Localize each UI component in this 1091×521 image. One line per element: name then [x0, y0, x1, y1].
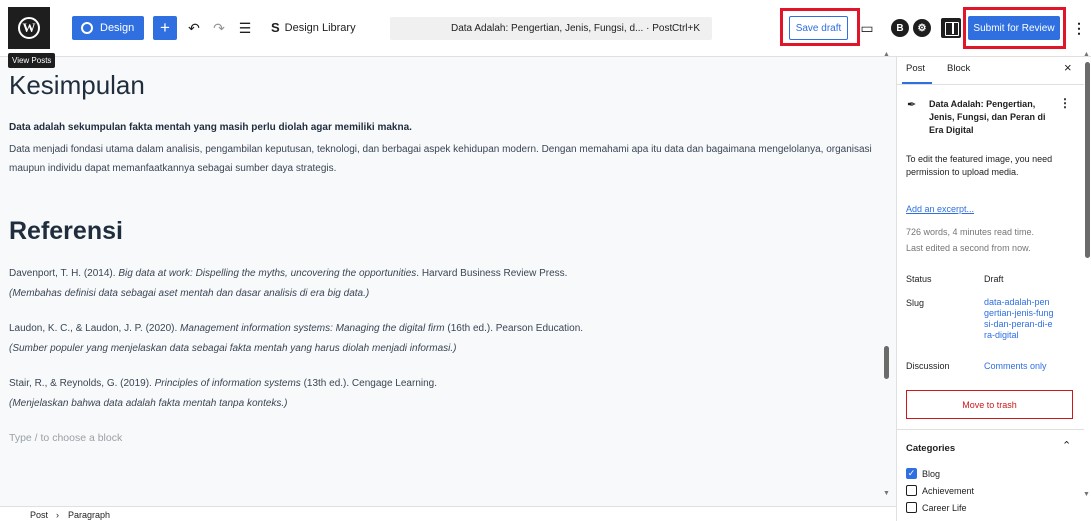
settings-sidebar: Post Block × ✒ Data Adalah: Pengertian, …	[896, 51, 1091, 521]
view-posts-tooltip: View Posts	[8, 53, 56, 68]
save-draft-button[interactable]: Save draft	[789, 16, 848, 40]
slug-value[interactable]: data-adalah-pengertian-jenis-fungsi-dan-…	[984, 297, 1054, 341]
reference-title: Big data at work: Dispelling the myths, …	[118, 268, 417, 279]
undo-icon[interactable]: ↶	[184, 18, 204, 38]
tab-block[interactable]: Block	[947, 63, 970, 74]
submit-for-review-button[interactable]: Submit for Review	[968, 16, 1060, 40]
category-label: Blog	[922, 469, 941, 479]
editor-scrollbar-thumb[interactable]	[884, 346, 889, 379]
breadcrumb: Post › Paragraph	[0, 506, 896, 521]
reference-publisher: (16th ed.). Pearson Education.	[444, 323, 584, 334]
post-feather-icon: ✒	[907, 99, 917, 111]
category-label: Achievement	[922, 486, 975, 496]
reference-item[interactable]: Laudon, K. C., & Laudon, J. P. (2020). M…	[9, 319, 879, 359]
breadcrumb-paragraph[interactable]: Paragraph	[68, 510, 110, 520]
word-count: 726 words, 4 minutes read time.	[906, 227, 1035, 237]
paragraph-conclusion[interactable]: Data menjadi fondasi utama dalam analisi…	[9, 140, 879, 178]
design-library-icon: S	[271, 20, 280, 35]
category-checkbox[interactable]: ✓	[906, 468, 917, 479]
move-to-trash-button[interactable]: Move to trash	[906, 390, 1073, 419]
reference-note: (Sumber populer yang menjelaskan data se…	[9, 343, 457, 354]
plugin-b-icon[interactable]: B	[891, 19, 909, 37]
close-icon[interactable]: ×	[1064, 60, 1072, 75]
reference-note: (Menjelaskan bahwa data adalah fakta men…	[9, 398, 288, 409]
editor-top-bar: W Design + ↶ ↷ ☰ S Design Library Data A…	[0, 0, 1091, 57]
add-excerpt-link[interactable]: Add an excerpt...	[906, 204, 974, 214]
add-block-button[interactable]: +	[153, 16, 177, 40]
design-icon	[81, 22, 93, 34]
status-label: Status	[906, 274, 932, 284]
block-placeholder[interactable]: Type / to choose a block	[9, 432, 122, 444]
category-checkbox[interactable]	[906, 502, 917, 513]
breadcrumb-separator-icon: ›	[56, 510, 59, 520]
sidebar-scroll-down-icon[interactable]: ▼	[1083, 491, 1090, 498]
redo-icon[interactable]: ↷	[209, 18, 229, 38]
wordpress-logo-button[interactable]: W	[8, 7, 50, 49]
document-title: Data Adalah: Pengertian, Jenis, Fungsi, …	[451, 23, 673, 34]
status-value[interactable]: Draft	[984, 274, 1004, 284]
chevron-up-icon[interactable]: ⌃	[1062, 439, 1071, 452]
editor-canvas[interactable]: Kesimpulan Data adalah sekumpulan fakta …	[0, 57, 896, 507]
reference-authors: Stair, R., & Reynolds, G. (2019).	[9, 378, 155, 389]
design-label: Design	[100, 22, 135, 34]
options-menu-icon[interactable]: ⋮	[1072, 20, 1086, 37]
shortcut-hint: Ctrl+K	[671, 23, 700, 34]
breadcrumb-post[interactable]: Post	[30, 510, 48, 520]
reference-title: Principles of information systems	[154, 378, 301, 389]
design-button[interactable]: Design	[72, 16, 144, 40]
tab-post[interactable]: Post	[906, 63, 925, 74]
reference-publisher: . Harvard Business Review Press.	[416, 268, 568, 279]
design-library-label: Design Library	[284, 21, 356, 34]
sidebar-scrollbar-thumb[interactable]	[1085, 62, 1090, 258]
scroll-up-arrow-icon[interactable]: ▲	[883, 51, 890, 58]
category-checkbox[interactable]	[906, 485, 917, 496]
reference-note: (Membahas definisi data sebagai aset men…	[9, 288, 370, 299]
divider	[897, 84, 1084, 85]
document-overview-icon[interactable]: ☰	[235, 18, 255, 38]
paragraph-conclusion-bold[interactable]: Data adalah sekumpulan fakta mentah yang…	[9, 122, 412, 133]
reference-item[interactable]: Stair, R., & Reynolds, G. (2019). Princi…	[9, 374, 879, 414]
reference-item[interactable]: Davenport, T. H. (2014). Big data at wor…	[9, 264, 879, 304]
wordpress-icon: W	[18, 17, 40, 39]
slug-label: Slug	[906, 298, 925, 308]
preview-icon[interactable]: ▭	[857, 18, 877, 38]
featured-image-note: To edit the featured image, you need per…	[906, 154, 1053, 177]
post-title: Data Adalah: Pengertian, Jenis, Fungsi, …	[929, 99, 1046, 135]
reference-title: Management information systems: Managing…	[180, 323, 445, 334]
plugin-gear-icon[interactable]: ⚙	[913, 19, 931, 37]
design-library-button[interactable]: S Design Library	[271, 20, 356, 35]
reference-publisher: (13th ed.). Cengage Learning.	[300, 378, 438, 389]
last-edited: Last edited a second from now.	[906, 243, 1031, 253]
sidebar-scroll-up-icon[interactable]: ▲	[1083, 51, 1090, 58]
discussion-value[interactable]: Comments only	[984, 361, 1047, 371]
categories-heading[interactable]: Categories	[906, 443, 955, 454]
discussion-label: Discussion	[906, 361, 950, 371]
settings-panel-icon[interactable]	[941, 18, 961, 38]
scroll-down-arrow-icon[interactable]: ▼	[883, 490, 890, 497]
command-palette-bar[interactable]: Data Adalah: Pengertian, Jenis, Fungsi, …	[390, 17, 712, 40]
divider	[897, 429, 1084, 430]
reference-authors: Laudon, K. C., & Laudon, J. P. (2020).	[9, 323, 181, 334]
post-actions-icon[interactable]: ⋮	[1059, 96, 1071, 110]
heading-references[interactable]: Referensi	[9, 217, 123, 246]
heading-conclusion[interactable]: Kesimpulan	[9, 70, 145, 101]
category-label: Career Life	[922, 503, 967, 513]
reference-authors: Davenport, T. H. (2014).	[9, 268, 119, 279]
